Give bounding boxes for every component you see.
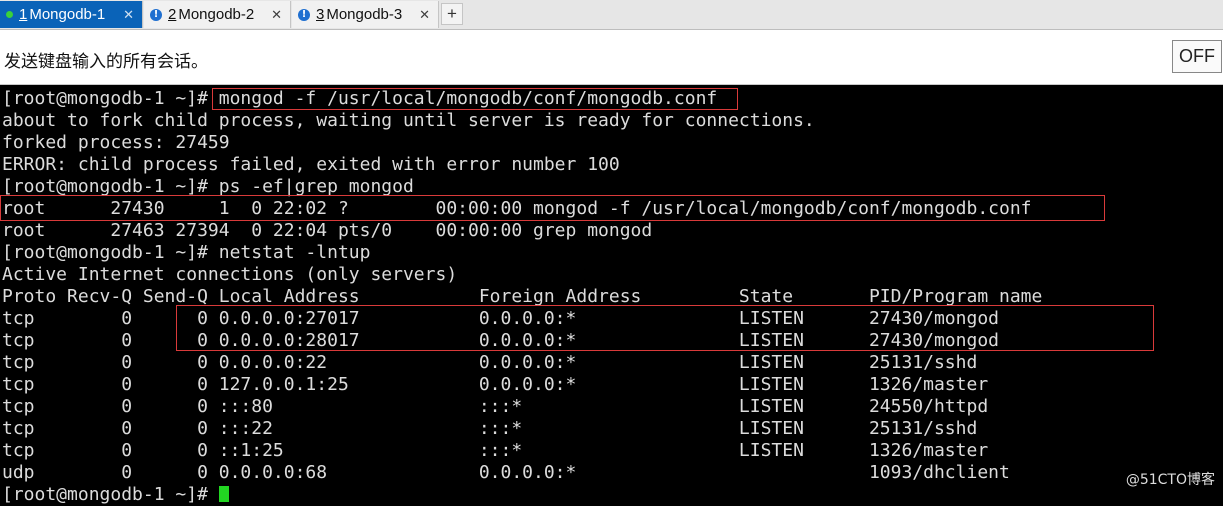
terminal-line: tcp 0 0 0.0.0.0:22 0.0.0.0:* LISTEN 2513…: [2, 352, 978, 373]
close-icon[interactable]: ✕: [271, 7, 282, 23]
close-icon[interactable]: ✕: [123, 7, 134, 23]
terminal-output[interactable]: [root@mongodb-1 ~]# mongod -f /usr/local…: [0, 88, 1223, 505]
tab-bar: 1 Mongodb-1 ✕ ! 2 Mongodb-2 ✕ ! 3 Mongod…: [0, 0, 1223, 30]
terminal-line: tcp 0 0 127.0.0.1:25 0.0.0.0:* LISTEN 13…: [2, 374, 989, 395]
send-to-all-label: 发送键盘输入的所有会话。: [4, 52, 208, 72]
terminal-line: about to fork child process, waiting unt…: [2, 110, 815, 131]
tab-number: 1: [19, 6, 28, 23]
terminal-line: ERROR: child process failed, exited with…: [2, 154, 620, 175]
watermark: @51CTO博客: [1125, 472, 1215, 488]
terminal-line: tcp 0 0 :::22 :::* LISTEN 25131/sshd: [2, 418, 978, 439]
connected-status-icon: [6, 11, 13, 18]
send-to-all-bar: 发送键盘输入的所有会话。 OFF: [0, 30, 1223, 85]
tab-mongodb-2[interactable]: ! 2 Mongodb-2 ✕: [144, 1, 291, 28]
info-icon: !: [150, 8, 162, 21]
terminal-line: [root@mongodb-1 ~]# netstat -lntup: [2, 242, 371, 263]
terminal-line: Active Internet connections (only server…: [2, 264, 458, 285]
terminal-prompt-line[interactable]: [root@mongodb-1 ~]#: [2, 484, 229, 506]
close-icon[interactable]: ✕: [419, 7, 430, 23]
tab-title: Mongodb-1: [29, 6, 106, 23]
terminal-line: udp 0 0 0.0.0.0:68 0.0.0.0:* 1093/dhclie…: [2, 462, 1010, 483]
tab-title: Mongodb-2: [178, 6, 255, 23]
tab-title: Mongodb-3: [326, 6, 403, 23]
tab-number: 3: [316, 6, 325, 23]
tab-mongodb-1[interactable]: 1 Mongodb-1 ✕: [0, 1, 143, 28]
terminal-line: root 27463 27394 0 22:04 pts/0 00:00:00 …: [2, 220, 653, 241]
tab-mongodb-3[interactable]: ! 3 Mongodb-3 ✕: [292, 1, 439, 28]
terminal-line: tcp 0 0 ::1:25 :::* LISTEN 1326/master: [2, 440, 989, 461]
terminal-line: tcp 0 0 :::80 :::* LISTEN 24550/httpd: [2, 396, 989, 417]
highlight-box-ports: [176, 305, 1154, 351]
send-to-all-toggle[interactable]: OFF: [1172, 40, 1222, 73]
info-icon: !: [298, 8, 310, 21]
highlight-box-command: [212, 88, 738, 110]
terminal-cursor: [218, 486, 229, 502]
tab-number: 2: [168, 6, 177, 23]
terminal-line: forked process: 27459: [2, 132, 230, 153]
highlight-box-process: [0, 195, 1105, 221]
add-tab-button[interactable]: +: [441, 3, 463, 25]
